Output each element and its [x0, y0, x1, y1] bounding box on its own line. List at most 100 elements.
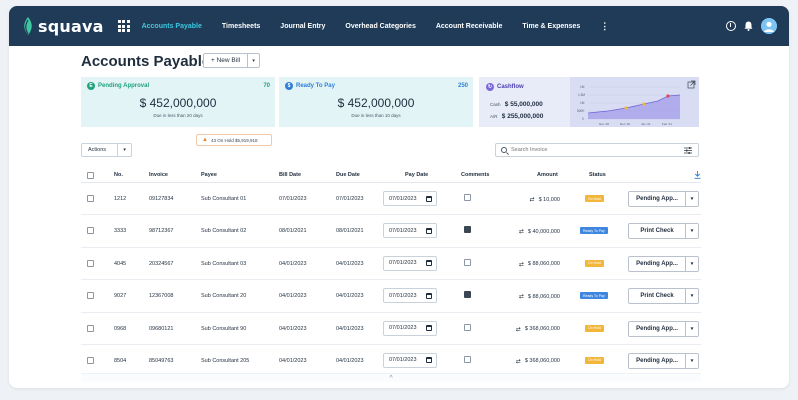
row-checkbox[interactable]	[87, 227, 94, 235]
table-row[interactable]: 4045 20324567 Sub Consultant 03 04/01/2023 0…	[81, 248, 701, 281]
comment-icon[interactable]	[464, 226, 471, 234]
calendar-icon[interactable]	[426, 195, 432, 202]
chevron-down-icon[interactable]: ▾	[117, 144, 131, 156]
new-bill-button[interactable]: + New Bill ▾	[203, 53, 261, 68]
nav-time-expenses[interactable]: Time & Expenses	[522, 23, 580, 30]
row-action-button[interactable]: Pending App... ▾	[628, 191, 699, 207]
nav-accounts-payable[interactable]: Accounts Payable	[142, 23, 202, 30]
row-checkbox[interactable]	[87, 259, 94, 267]
col-payee[interactable]: Payee	[201, 172, 217, 178]
table-body: 1212 09127834 Sub Consultant 01 07/01/2023 0…	[81, 183, 701, 378]
chevron-down-icon[interactable]: ▾	[685, 256, 698, 271]
actions-dropdown[interactable]: Actions ▾	[81, 143, 132, 157]
card-count: 250	[457, 83, 468, 89]
col-pay-date[interactable]: Pay Date	[405, 172, 428, 178]
clock-icon[interactable]	[726, 21, 736, 31]
chevron-down-icon[interactable]: ▾	[685, 289, 698, 304]
nav-account-receivable[interactable]: Account Receivable	[436, 23, 503, 30]
col-no[interactable]: No.	[114, 172, 123, 178]
pay-date-input[interactable]: 07/01/2023	[383, 352, 437, 368]
row-action-label[interactable]: Print Check	[629, 293, 685, 299]
pending-approval-card[interactable]: E Pending Approval 70 $ 452,000,000 Due …	[81, 77, 275, 127]
comment-icon[interactable]	[464, 194, 471, 201]
new-bill-label[interactable]: + New Bill	[204, 57, 247, 64]
avatar[interactable]	[761, 18, 777, 34]
col-status[interactable]: Status	[589, 172, 606, 178]
cell-payee: Sub Consultant 90	[201, 325, 247, 332]
row-action-button[interactable]: Print Check ▾	[628, 223, 699, 240]
row-action-label[interactable]: Pending App...	[629, 196, 685, 202]
chevron-up-icon[interactable]: ^	[389, 375, 392, 382]
pay-date-input[interactable]: 07/01/2023	[383, 288, 437, 304]
table-row[interactable]: 9027 12367008 Sub Consultant 20 04/01/2023 0…	[81, 280, 701, 313]
pay-date-input[interactable]: 07/01/2023	[383, 191, 437, 206]
pay-date-value: 07/01/2023	[389, 195, 417, 202]
cashflow-card[interactable]: ↻ Cashflow Cash $ 55,000,000 A/R $ 255,0…	[479, 77, 699, 127]
bell-icon[interactable]	[744, 21, 753, 31]
table-row[interactable]: 3333 98712367 Sub Consultant 02 08/01/2021 0…	[81, 215, 701, 248]
filter-settings-icon[interactable]	[684, 147, 692, 154]
chevron-down-icon[interactable]: ▾	[247, 54, 259, 67]
nav-timesheets[interactable]: Timesheets	[222, 23, 260, 30]
row-checkbox[interactable]	[87, 324, 94, 332]
row-action-button[interactable]: Pending App... ▾	[628, 320, 699, 337]
comment-icon[interactable]	[464, 291, 471, 299]
pay-date-input[interactable]: 07/01/2023	[383, 320, 437, 336]
calendar-icon[interactable]	[426, 292, 432, 299]
comment-icon[interactable]	[464, 258, 471, 266]
pay-date-value: 07/01/2023	[389, 227, 417, 234]
row-action-label[interactable]: Pending App...	[629, 261, 685, 267]
search-box[interactable]	[495, 143, 699, 157]
search-input[interactable]	[511, 147, 671, 153]
amount-value: $ 368,060,000	[524, 358, 560, 365]
col-bill-date[interactable]: Bill Date	[279, 172, 301, 178]
amount-value: $ 40,000,000	[527, 228, 560, 235]
scroll-up-button[interactable]: ^	[81, 373, 701, 382]
col-amount[interactable]: Amount	[537, 172, 558, 178]
row-action-button[interactable]: Pending App... ▾	[628, 352, 699, 369]
table-row[interactable]: 1212 09127834 Sub Consultant 01 07/01/2023 0…	[81, 183, 701, 216]
calendar-icon[interactable]	[426, 325, 432, 332]
row-checkbox[interactable]	[87, 292, 94, 300]
chevron-down-icon[interactable]: ▾	[685, 353, 698, 368]
row-action-label[interactable]: Pending App...	[629, 326, 685, 332]
cell-bill-date: 08/01/2021	[279, 228, 307, 235]
logo[interactable]: squava	[21, 16, 104, 36]
download-icon[interactable]	[694, 171, 701, 179]
apps-grid-icon[interactable]	[117, 20, 130, 32]
actions-label[interactable]: Actions	[82, 147, 117, 153]
more-menu-icon[interactable]: ⋮	[600, 21, 609, 32]
cell-bill-date: 04/01/2023	[279, 260, 307, 267]
chevron-down-icon[interactable]: ▾	[685, 321, 698, 336]
pay-date-input[interactable]: 07/01/2023	[383, 223, 437, 239]
external-link-icon[interactable]	[687, 80, 696, 89]
col-due-date[interactable]: Due Date	[336, 172, 360, 178]
col-invoice[interactable]: Invoice	[149, 172, 168, 178]
row-action-button[interactable]: Print Check ▾	[628, 288, 699, 305]
comment-icon[interactable]	[464, 323, 471, 331]
row-action-label[interactable]: Pending App...	[629, 358, 685, 364]
y-tick-label: 0	[582, 117, 584, 121]
cell-bill-date: 04/01/2023	[279, 357, 307, 364]
nav-overhead-categories[interactable]: Overhead Categories	[345, 23, 415, 30]
on-hold-indicator[interactable]: ▲ 43 On Hold $5,919,918	[196, 134, 272, 146]
row-checkbox[interactable]	[87, 195, 94, 202]
chevron-down-icon[interactable]: ▾	[685, 192, 698, 206]
table-row[interactable]: 0968 09680121 Sub Consultant 90 04/01/2023 0…	[81, 313, 701, 345]
pay-date-input[interactable]: 07/01/2023	[383, 255, 437, 271]
comment-icon[interactable]	[464, 355, 471, 363]
card-label: Ready To Pay	[296, 83, 335, 89]
calendar-icon[interactable]	[426, 227, 432, 234]
select-all-checkbox[interactable]	[87, 172, 94, 179]
cell-no: 3333	[114, 228, 127, 235]
calendar-icon[interactable]	[426, 260, 432, 267]
pay-date-value: 07/01/2023	[389, 292, 417, 299]
col-comments[interactable]: Comments	[461, 172, 489, 178]
calendar-icon[interactable]	[426, 357, 432, 364]
ready-to-pay-card[interactable]: $ Ready To Pay 250 $ 452,000,000 Due in …	[279, 77, 473, 127]
chevron-down-icon[interactable]: ▾	[685, 224, 698, 239]
row-action-label[interactable]: Print Check	[629, 228, 685, 234]
row-checkbox[interactable]	[87, 356, 94, 364]
row-action-button[interactable]: Pending App... ▾	[628, 255, 699, 272]
nav-journal-entry[interactable]: Journal Entry	[280, 23, 325, 30]
